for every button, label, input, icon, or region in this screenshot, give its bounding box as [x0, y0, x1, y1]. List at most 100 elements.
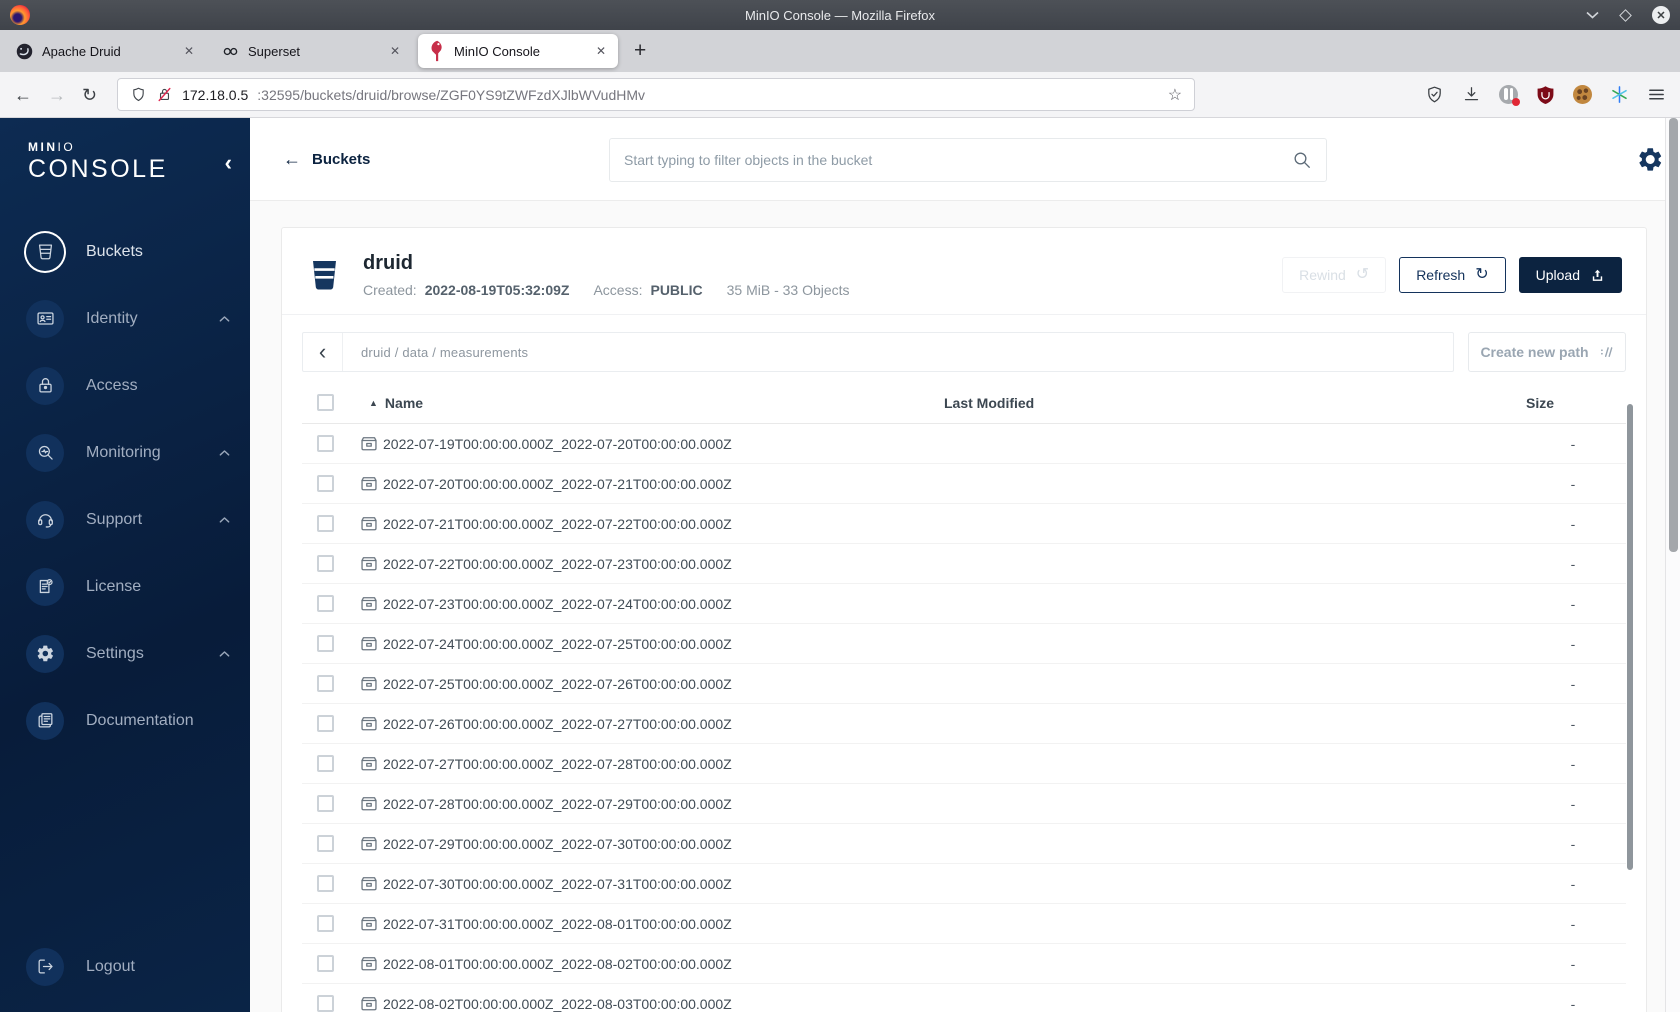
name-column-header[interactable]: Name [385, 395, 423, 411]
object-name[interactable]: 2022-07-22T00:00:00.000Z_2022-07-23T00:0… [372, 556, 944, 572]
settings-gear-icon[interactable] [1637, 146, 1664, 173]
current-path[interactable]: druid / data / measurements [343, 345, 528, 360]
refresh-button[interactable]: Refresh ↻ [1399, 257, 1506, 293]
table-row[interactable]: 2022-07-27T00:00:00.000Z_2022-07-28T00:0… [302, 744, 1626, 784]
object-name[interactable]: 2022-07-25T00:00:00.000Z_2022-07-26T00:0… [372, 676, 944, 692]
sidebar-item[interactable]: Documentation [0, 687, 250, 754]
reload-button[interactable]: ↻ [82, 86, 97, 104]
row-checkbox[interactable] [317, 955, 334, 972]
size-column-header[interactable]: Size [1518, 395, 1628, 411]
row-checkbox[interactable] [317, 435, 334, 452]
sidebar-item[interactable]: Support [0, 486, 250, 553]
chevron-up-icon[interactable] [219, 449, 230, 457]
create-new-path-button[interactable]: Create new path [1468, 332, 1626, 372]
select-all-checkbox[interactable] [317, 394, 334, 411]
object-name[interactable]: 2022-07-20T00:00:00.000Z_2022-07-21T00:0… [372, 476, 944, 492]
browser-tab[interactable]: Superset ✕ [212, 34, 412, 68]
row-checkbox[interactable] [317, 595, 334, 612]
sidebar-collapse-icon[interactable]: ‹ [225, 152, 232, 174]
page-scrollbar-track[interactable] [1665, 118, 1680, 1012]
object-name[interactable]: 2022-08-02T00:00:00.000Z_2022-08-03T00:0… [372, 996, 944, 1012]
tab-close-icon[interactable]: ✕ [388, 44, 402, 58]
rewind-button[interactable]: Rewind ↺ [1282, 257, 1387, 293]
page-scrollbar-thumb[interactable] [1669, 118, 1678, 552]
browser-tab[interactable]: Apache Druid ✕ [6, 34, 206, 68]
tracking-shield-icon[interactable] [130, 86, 147, 103]
row-checkbox[interactable] [317, 635, 334, 652]
table-row[interactable]: 2022-07-30T00:00:00.000Z_2022-07-31T00:0… [302, 864, 1626, 904]
table-row[interactable]: 2022-07-20T00:00:00.000Z_2022-07-21T00:0… [302, 464, 1626, 504]
sidebar-item[interactable]: Monitoring [0, 419, 250, 486]
insecure-lock-icon[interactable] [156, 86, 173, 103]
table-row[interactable]: 2022-07-26T00:00:00.000Z_2022-07-27T00:0… [302, 704, 1626, 744]
sidebar-item-logout[interactable]: Logout [0, 933, 250, 1000]
row-checkbox[interactable] [317, 915, 334, 932]
chevron-up-icon[interactable] [219, 650, 230, 658]
browser-tab[interactable]: MinIO Console ✕ [418, 34, 618, 68]
row-checkbox[interactable] [317, 835, 334, 852]
table-row[interactable]: 2022-07-29T00:00:00.000Z_2022-07-30T00:0… [302, 824, 1626, 864]
table-row[interactable]: 2022-07-28T00:00:00.000Z_2022-07-29T00:0… [302, 784, 1626, 824]
back-button[interactable]: ← [14, 86, 32, 104]
chevron-up-icon[interactable] [219, 315, 230, 323]
bookmark-star-icon[interactable]: ☆ [1168, 85, 1182, 105]
hamburger-menu-icon[interactable] [1647, 85, 1666, 104]
row-checkbox[interactable] [317, 795, 334, 812]
object-name[interactable]: 2022-07-21T00:00:00.000Z_2022-07-22T00:0… [372, 516, 944, 532]
table-row[interactable]: 2022-07-24T00:00:00.000Z_2022-07-25T00:0… [302, 624, 1626, 664]
sidebar-item[interactable]: Access [0, 352, 250, 419]
sidebar-item[interactable]: Settings [0, 620, 250, 687]
object-name[interactable]: 2022-07-29T00:00:00.000Z_2022-07-30T00:0… [372, 836, 944, 852]
row-checkbox[interactable] [317, 715, 334, 732]
table-row[interactable]: 2022-07-23T00:00:00.000Z_2022-07-24T00:0… [302, 584, 1626, 624]
ublock-icon[interactable] [1536, 85, 1555, 104]
minimize-icon[interactable] [1586, 11, 1599, 19]
cookie-extension-icon[interactable] [1573, 85, 1592, 104]
row-checkbox[interactable] [317, 555, 334, 572]
object-name[interactable]: 2022-07-27T00:00:00.000Z_2022-07-28T00:0… [372, 756, 944, 772]
back-to-buckets-link[interactable]: ← Buckets [283, 149, 370, 170]
maximize-icon[interactable] [1619, 8, 1632, 22]
tab-close-icon[interactable]: ✕ [594, 44, 608, 58]
object-name[interactable]: 2022-07-23T00:00:00.000Z_2022-07-24T00:0… [372, 596, 944, 612]
object-name[interactable]: 2022-07-26T00:00:00.000Z_2022-07-27T00:0… [372, 716, 944, 732]
object-name[interactable]: 2022-07-28T00:00:00.000Z_2022-07-29T00:0… [372, 796, 944, 812]
container-asterisk-icon[interactable] [1610, 85, 1629, 104]
object-name[interactable]: 2022-07-24T00:00:00.000Z_2022-07-25T00:0… [372, 636, 944, 652]
row-checkbox[interactable] [317, 675, 334, 692]
table-row[interactable]: 2022-07-31T00:00:00.000Z_2022-08-01T00:0… [302, 904, 1626, 944]
sidebar-item[interactable]: Identity [0, 285, 250, 352]
row-checkbox[interactable] [317, 475, 334, 492]
new-tab-button[interactable]: + [634, 39, 646, 63]
row-checkbox[interactable] [317, 515, 334, 532]
table-row[interactable]: 2022-08-01T00:00:00.000Z_2022-08-02T00:0… [302, 944, 1626, 984]
table-scrollbar[interactable] [1627, 404, 1633, 870]
downloads-icon[interactable] [1462, 85, 1481, 104]
object-name[interactable]: 2022-08-01T00:00:00.000Z_2022-08-02T00:0… [372, 956, 944, 972]
close-window-icon[interactable]: ✕ [1652, 6, 1670, 24]
upload-button[interactable]: Upload [1518, 257, 1622, 293]
sort-asc-icon[interactable]: ▲ [369, 398, 378, 408]
pocket-shield-icon[interactable] [1425, 85, 1444, 104]
sidebar-item[interactable]: License [0, 553, 250, 620]
table-row[interactable]: 2022-07-21T00:00:00.000Z_2022-07-22T00:0… [302, 504, 1626, 544]
url-bar[interactable]: 172.18.0.5:32595/buckets/druid/browse/ZG… [117, 78, 1196, 111]
tab-close-icon[interactable]: ✕ [182, 44, 196, 58]
row-checkbox[interactable] [317, 875, 334, 892]
object-filter-input[interactable] [624, 152, 1292, 168]
object-name[interactable]: 2022-07-19T00:00:00.000Z_2022-07-20T00:0… [372, 436, 944, 452]
privacy-extension-icon[interactable] [1499, 85, 1520, 106]
path-back-icon[interactable]: ‹ [303, 333, 343, 371]
last-modified-column-header[interactable]: Last Modified [944, 395, 1518, 411]
chevron-up-icon[interactable] [219, 516, 230, 524]
object-name[interactable]: 2022-07-31T00:00:00.000Z_2022-08-01T00:0… [372, 916, 944, 932]
table-row[interactable]: 2022-07-19T00:00:00.000Z_2022-07-20T00:0… [302, 424, 1626, 464]
row-checkbox[interactable] [317, 995, 334, 1012]
table-row[interactable]: 2022-08-02T00:00:00.000Z_2022-08-03T00:0… [302, 984, 1626, 1012]
table-row[interactable]: 2022-07-25T00:00:00.000Z_2022-07-26T00:0… [302, 664, 1626, 704]
forward-button[interactable]: → [48, 86, 66, 104]
object-name[interactable]: 2022-07-30T00:00:00.000Z_2022-07-31T00:0… [372, 876, 944, 892]
table-row[interactable]: 2022-07-22T00:00:00.000Z_2022-07-23T00:0… [302, 544, 1626, 584]
sidebar-item[interactable]: Buckets [0, 218, 250, 285]
row-checkbox[interactable] [317, 755, 334, 772]
